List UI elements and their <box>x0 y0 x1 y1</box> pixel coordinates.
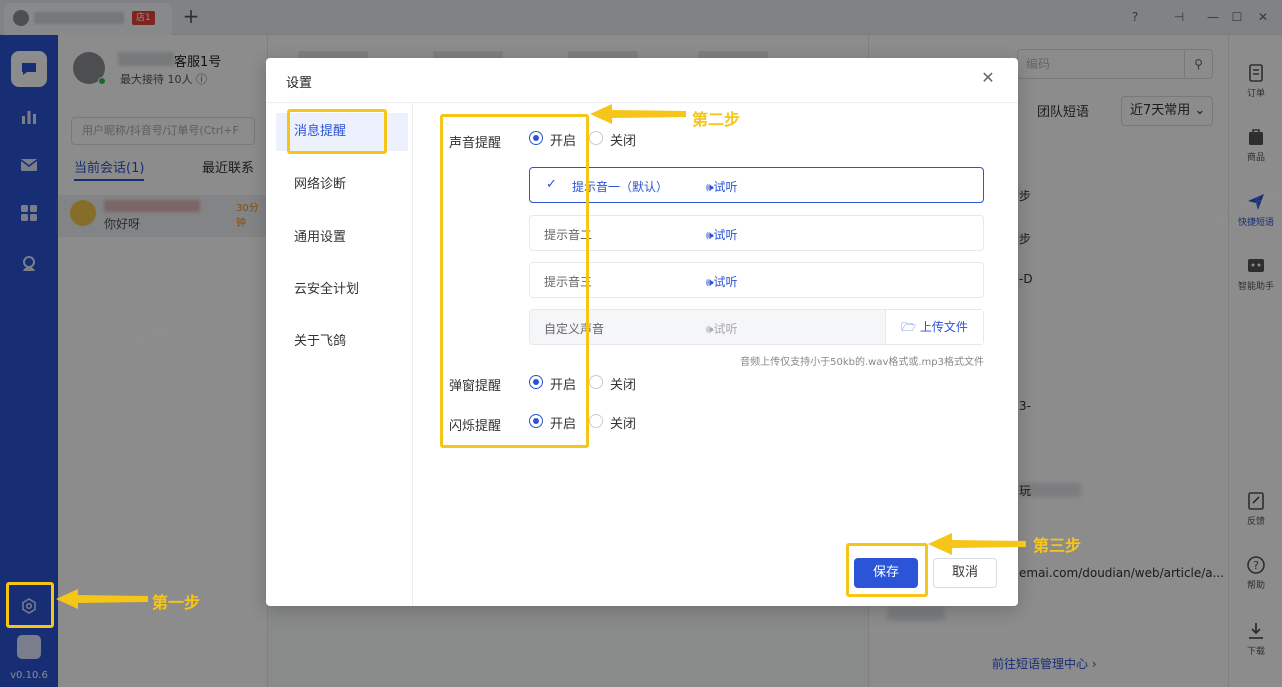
nav-general-settings[interactable]: 通用设置 <box>276 219 408 257</box>
flash-off-radio[interactable] <box>589 414 603 428</box>
tone-option-2[interactable]: 提示音二 🕪试听 <box>529 215 984 251</box>
popup-off-label[interactable]: 关闭 <box>610 374 636 393</box>
annotation-step2: 第二步 <box>692 110 741 129</box>
nav-about[interactable]: 关于飞鸽 <box>276 323 408 361</box>
annotation-box-step3 <box>846 543 928 597</box>
folder-icon: 🗁 <box>901 320 917 334</box>
annotation-box-nav <box>287 109 387 154</box>
annotation-step3: 第三步 <box>1033 536 1082 555</box>
close-icon[interactable]: ✕ <box>978 68 998 88</box>
sound-off-label[interactable]: 关闭 <box>610 130 636 149</box>
annotation-step1: 第一步 <box>152 593 201 612</box>
upload-hint: 音频上传仅支持小于50kb的.wav格式或.mp3格式文件 <box>740 357 984 368</box>
annotation-arrow-step3 <box>928 533 1026 555</box>
settings-nav: 消息提醒 网络诊断 通用设置 云安全计划 关于飞鸽 <box>266 103 413 606</box>
annotation-arrow-step1 <box>56 589 148 609</box>
flash-off-label[interactable]: 关闭 <box>610 413 636 432</box>
preview-tone-button[interactable]: 🕪试听 <box>706 178 738 195</box>
preview-tone-button[interactable]: 🕪试听 <box>706 226 738 243</box>
preview-tone-button[interactable]: 🕪试听 <box>706 273 738 290</box>
sound-off-radio[interactable] <box>589 131 603 145</box>
cancel-button[interactable]: 取消 <box>933 558 997 588</box>
tone-option-3[interactable]: 提示音三 🕪试听 <box>529 262 984 298</box>
nav-cloud-security[interactable]: 云安全计划 <box>276 271 408 309</box>
annotation-box-step1 <box>6 582 54 628</box>
dialog-title: 设置 <box>286 76 313 91</box>
tone-option-custom[interactable]: 自定义声音 🕪试听 🗁 上传文件 <box>529 309 984 345</box>
annotation-arrow-step2 <box>590 104 686 124</box>
preview-tone-button: 🕪试听 <box>706 322 738 336</box>
nav-network-diagnosis[interactable]: 网络诊断 <box>276 166 408 204</box>
tone-option-1[interactable]: ✓ 提示音一（默认） 🕪试听 <box>529 167 984 203</box>
annotation-box-step2 <box>440 114 589 448</box>
popup-off-radio[interactable] <box>589 375 603 389</box>
upload-file-button[interactable]: 🗁 上传文件 <box>885 310 983 344</box>
